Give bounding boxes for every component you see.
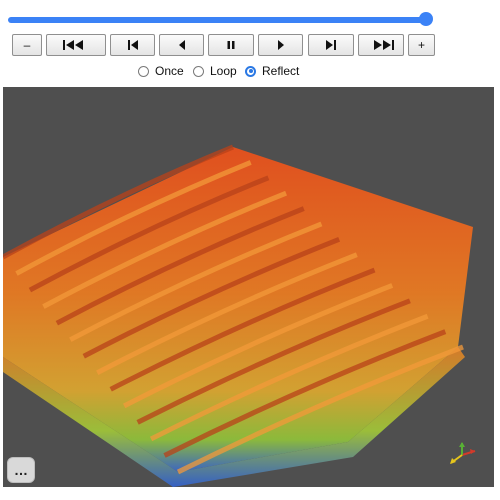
slider-thumb[interactable] — [419, 12, 433, 26]
radio-reflect-circle[interactable] — [245, 65, 256, 77]
slower-button-label: – — [23, 38, 31, 52]
radio-once-label: Once — [155, 64, 184, 78]
pause-icon — [226, 40, 236, 50]
radio-once[interactable]: Once — [138, 62, 184, 80]
loop-mode-group: Once Loop Reflect — [0, 62, 440, 80]
first-frame-button[interactable] — [46, 34, 106, 56]
skip-to-start-icon — [62, 40, 90, 50]
wave-surface — [3, 144, 473, 487]
surface-body — [3, 147, 473, 472]
slider-track[interactable] — [8, 17, 426, 23]
step-back-icon — [126, 40, 140, 50]
radio-reflect[interactable]: Reflect — [245, 62, 299, 80]
last-frame-button[interactable] — [358, 34, 404, 56]
skip-to-end-icon — [367, 40, 395, 50]
axes-orientation-icon — [450, 442, 476, 464]
radio-loop-circle[interactable] — [193, 65, 204, 77]
pause-button[interactable] — [208, 34, 254, 56]
more-options-button[interactable]: … — [7, 457, 35, 483]
play-button[interactable] — [258, 34, 303, 56]
step-forward-icon — [324, 40, 338, 50]
faster-button[interactable]: + — [408, 34, 435, 56]
step-forward-button[interactable] — [308, 34, 354, 56]
slower-button[interactable]: – — [12, 34, 42, 56]
play-reverse-icon — [177, 40, 187, 50]
step-back-button[interactable] — [110, 34, 155, 56]
radio-loop[interactable]: Loop — [193, 62, 237, 80]
radio-reflect-label: Reflect — [262, 64, 300, 78]
more-options-label: … — [14, 462, 28, 478]
radio-once-circle[interactable] — [138, 65, 149, 77]
radio-loop-label: Loop — [210, 64, 237, 78]
faster-button-label: + — [417, 38, 425, 52]
play-reverse-button[interactable] — [159, 34, 204, 56]
animation-slider[interactable] — [8, 12, 433, 28]
3d-viewport[interactable]: … — [3, 87, 494, 487]
play-icon — [276, 40, 286, 50]
